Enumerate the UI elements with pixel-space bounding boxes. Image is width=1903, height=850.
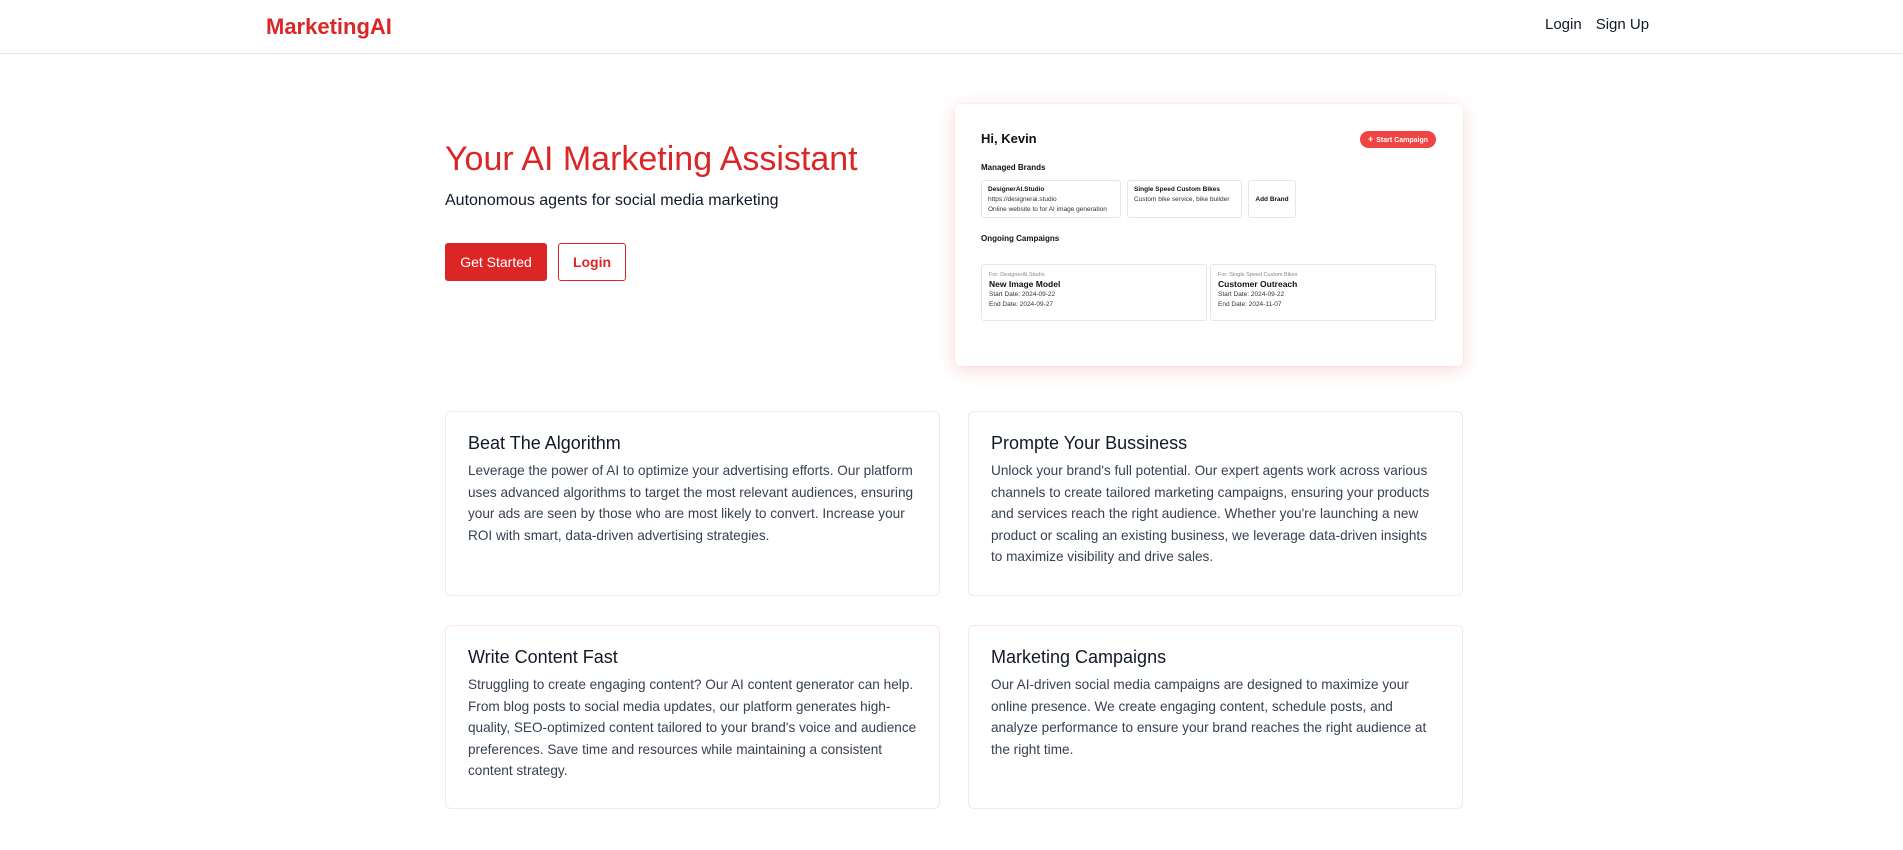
feature-card: Marketing Campaigns Our AI-driven social… (968, 625, 1463, 809)
dashboard-preview: Hi, Kevin + Start Campaign Managed Brands… (955, 104, 1463, 366)
start-campaign-button[interactable]: + Start Campaign (1360, 131, 1436, 148)
nav-login-link[interactable]: Login (1545, 16, 1582, 33)
feature-text: Unlock your brand's full potential. Our … (991, 463, 1430, 564)
brand-card[interactable]: DesignerAI.Studio https://designerai.stu… (981, 180, 1121, 218)
get-started-button[interactable]: Get Started (445, 243, 547, 281)
feature-card: Write Content Fast Struggling to create … (445, 625, 940, 809)
start-campaign-label: Start Campaign (1376, 137, 1428, 144)
campaign-end-date: End Date: 2024-11-07 (1218, 301, 1282, 308)
feature-card: Beat The Algorithm Leverage the power of… (445, 411, 940, 596)
nav-signup-link[interactable]: Sign Up (1596, 16, 1649, 33)
campaign-name: New Image Model (989, 279, 1061, 289)
feature-title: Marketing Campaigns (991, 647, 1167, 667)
brand-url: https://designerai.studio (988, 196, 1057, 203)
ongoing-campaigns-title: Ongoing Campaigns (981, 234, 1060, 243)
campaign-name: Customer Outreach (1218, 279, 1298, 289)
brand-desc: Custom bike service, bike builder (1134, 196, 1230, 203)
nav-links: Login Sign Up (1545, 16, 1649, 33)
feature-card: Prompte Your Bussiness Unlock your brand… (968, 411, 1463, 596)
feature-title: Write Content Fast (468, 647, 618, 667)
feature-text: Struggling to create engaging content? O… (468, 677, 917, 778)
campaign-start-date: Start Date: 2024-09-22 (989, 291, 1056, 298)
campaign-for: For: Single Speed Custom Bikes (1218, 272, 1298, 278)
brand-card[interactable]: Single Speed Custom Bikes Custom bike se… (1127, 180, 1242, 218)
feature-title: Beat The Algorithm (468, 433, 621, 453)
hero-subtitle: Autonomous agents for social media marke… (445, 192, 779, 209)
brand-name: DesignerAI.Studio (988, 186, 1045, 193)
logo[interactable]: MarketingAI (266, 14, 392, 40)
campaign-card[interactable]: For: DesignerAI.Studio New Image Model S… (981, 264, 1207, 321)
preview-greeting: Hi, Kevin (981, 131, 1037, 146)
campaign-end-date: End Date: 2024-09-27 (989, 301, 1053, 308)
feature-title: Prompte Your Bussiness (991, 433, 1188, 453)
brand-name: Single Speed Custom Bikes (1134, 186, 1220, 193)
campaign-start-date: Start Date: 2024-09-22 (1218, 291, 1285, 298)
add-brand-button[interactable]: Add Brand (1248, 180, 1296, 218)
top-nav: MarketingAI Login Sign Up (0, 0, 1903, 54)
campaign-for: For: DesignerAI.Studio (989, 272, 1045, 278)
brand-desc: Online website to for AI image generatio… (988, 206, 1107, 213)
feature-text: Our AI-driven social media campaigns are… (991, 677, 1427, 757)
campaign-card[interactable]: For: Single Speed Custom Bikes Customer … (1210, 264, 1436, 321)
feature-text: Leverage the power of AI to optimize you… (468, 463, 914, 543)
managed-brands-title: Managed Brands (981, 163, 1046, 172)
hero-login-button[interactable]: Login (558, 243, 626, 281)
plus-icon: + (1368, 134, 1374, 144)
hero-title: Your AI Marketing Assistant (445, 140, 858, 178)
